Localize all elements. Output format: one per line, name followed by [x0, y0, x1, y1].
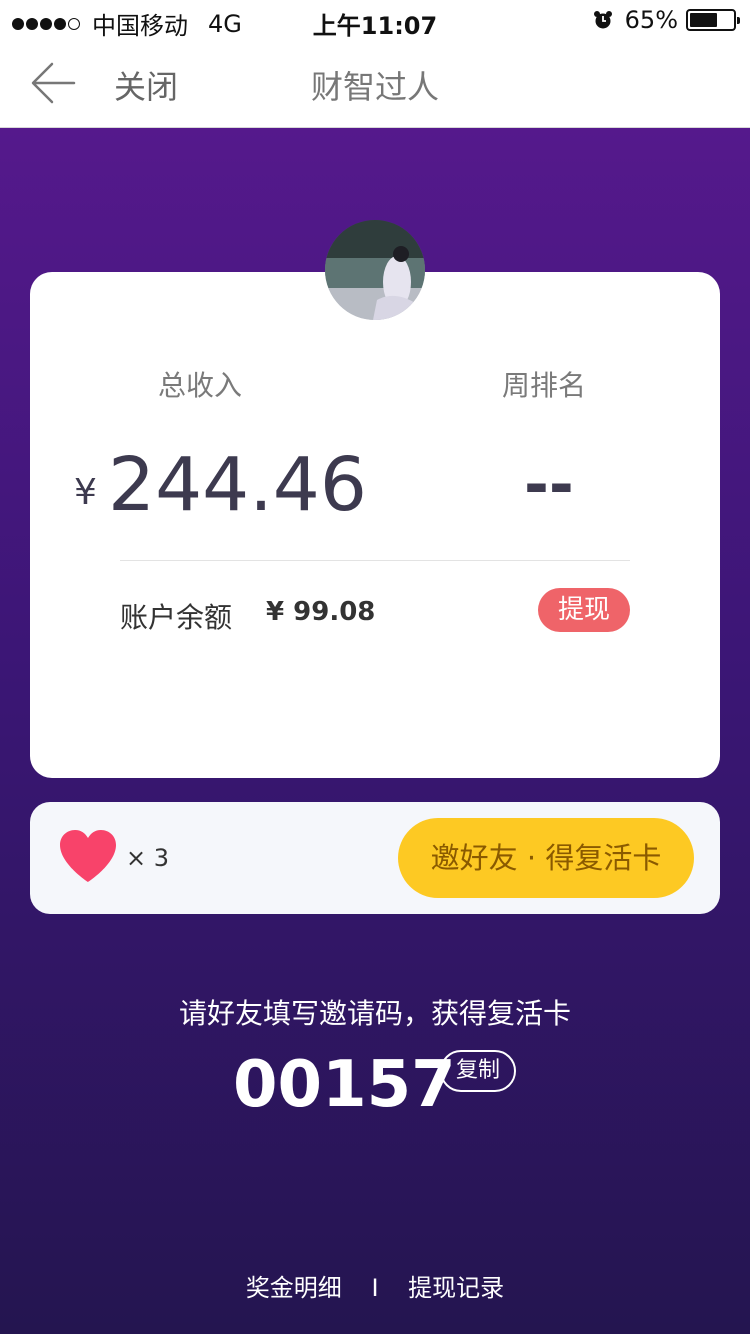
footer-links: 奖金明细 I 提现记录: [0, 1268, 750, 1303]
withdraw-records-link[interactable]: 提现记录: [408, 1268, 504, 1303]
currency-symbol: ¥: [74, 472, 97, 513]
battery-percent: 65%: [624, 6, 678, 34]
lives-count: × 3: [126, 844, 170, 872]
invite-friends-button[interactable]: 邀好友 · 得复活卡: [398, 818, 694, 898]
revival-card-panel: × 3 邀好友 · 得复活卡: [30, 802, 720, 914]
weekly-rank-value: --: [524, 450, 574, 520]
total-income-value: 244.46: [108, 442, 367, 528]
battery-icon: [686, 9, 740, 31]
account-balance-label: 账户余额: [120, 601, 233, 634]
heart-icon: [60, 830, 116, 882]
weekly-rank-label: 周排名: [502, 369, 587, 402]
bonus-detail-link[interactable]: 奖金明细: [246, 1268, 342, 1303]
copy-button[interactable]: 复制: [440, 1050, 516, 1092]
avatar-photo: [325, 220, 425, 320]
status-bar: 中国移动 4G 上午11:07 65%: [0, 0, 750, 40]
status-right: 65%: [593, 6, 740, 34]
total-income: ¥ 244.46: [74, 442, 367, 528]
divider: [120, 560, 630, 561]
invite-hint: 请好友填写邀请码，获得复活卡: [178, 997, 571, 1030]
alarm-clock-icon: [593, 11, 612, 29]
main-content: 总收入 周排名 ¥ 244.46 -- 账户余额 ¥ 99.08 提现 × 3 …: [0, 128, 750, 1334]
page-title: 财智过人: [310, 68, 439, 106]
invite-code: 00157: [233, 1048, 456, 1122]
battery-level: [690, 13, 718, 27]
total-income-label: 总收入: [158, 369, 243, 402]
account-balance-value: ¥ 99.08: [266, 597, 376, 627]
footer-separator: I: [371, 1274, 379, 1302]
stats-card: 总收入 周排名 ¥ 244.46 -- 账户余额 ¥ 99.08 提现: [30, 272, 720, 778]
withdraw-button[interactable]: 提现: [538, 588, 630, 632]
nav-bar: 关闭 财智过人: [0, 40, 750, 128]
avatar: [325, 220, 425, 320]
